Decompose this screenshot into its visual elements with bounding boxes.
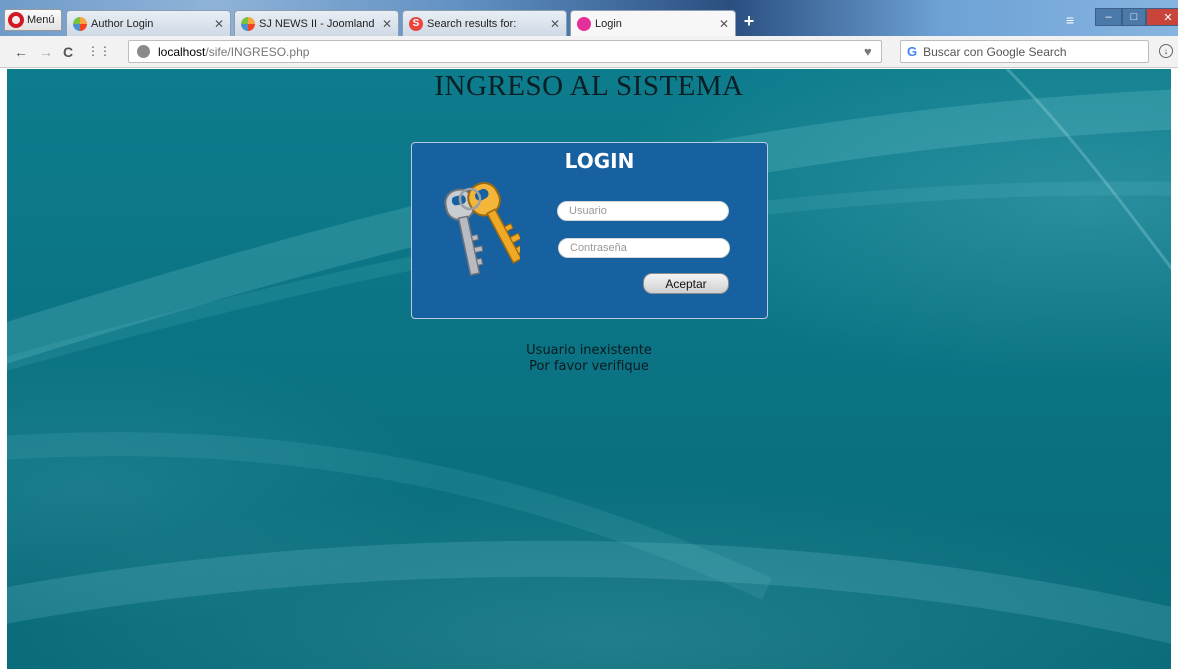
error-message-line2: Por favor verifique [529,359,649,374]
maximize-icon[interactable]: □ [1122,8,1146,26]
tab-login[interactable]: Login ✕ [570,10,736,37]
back-icon[interactable]: ← [14,44,28,60]
close-icon[interactable]: ✕ [382,17,392,31]
browser-titlebar: Menú Author Login ✕ SJ NEWS II - Joomlan… [0,0,1178,37]
s-icon: S [409,16,423,31]
keys-icon [444,181,520,276]
close-icon[interactable]: ✕ [550,17,560,31]
opera-logo-icon [8,12,24,28]
tab-sj-news[interactable]: SJ NEWS II - Joomland ✕ [234,10,399,36]
browser-navbar: ← → C ⋮⋮ localhost /sife/INGRESO.php ♥ G… [0,36,1178,68]
bookmark-heart-icon[interactable]: ♥ [864,44,872,59]
url-path: /sife/INGRESO.php [205,44,310,59]
speed-dial-icon[interactable]: ⋮⋮ [87,44,111,58]
tab-label: Search results for: [427,17,517,30]
new-tab-icon[interactable]: + [740,12,758,30]
menu-label: Menú [27,14,55,26]
tab-label: SJ NEWS II - Joomland [259,17,375,30]
accept-button[interactable]: Aceptar [643,273,729,294]
error-message: Usuario inexistente Por favor verifique [0,343,1178,375]
tab-label: Author Login [91,17,154,30]
joomla-icon [73,16,87,31]
minimize-icon[interactable]: – [1095,8,1122,26]
error-message-line1: Usuario inexistente [526,343,652,358]
joomla-icon [241,16,255,31]
username-input[interactable] [557,201,729,221]
reload-icon[interactable]: C [63,44,73,60]
address-bar[interactable]: localhost /sife/INGRESO.php [128,40,882,63]
tab-search-results[interactable]: S Search results for: ✕ [402,10,567,36]
site-info-icon[interactable] [137,45,150,58]
forward-icon[interactable]: → [39,44,53,60]
login-icon [577,17,591,31]
window-controls: – □ ✕ [1095,8,1178,26]
search-box[interactable]: G Buscar con Google Search [900,40,1149,63]
close-window-icon[interactable]: ✕ [1146,8,1178,26]
search-placeholder: Buscar con Google Search [923,44,1067,59]
url-host: localhost [158,44,206,59]
login-panel: LOGIN Aceptar [411,142,768,319]
google-icon: G [907,44,918,59]
page-title: INGRESO AL SISTEMA [434,70,744,102]
password-input[interactable] [558,238,730,258]
close-icon[interactable]: ✕ [214,17,224,31]
login-title: LOGIN [564,149,635,173]
close-icon[interactable]: ✕ [719,17,729,31]
opera-menu-button[interactable]: Menú [4,9,62,31]
download-icon[interactable]: ↓ [1159,44,1173,58]
tab-author-login[interactable]: Author Login ✕ [66,10,231,36]
tab-menu-icon[interactable]: ≡ [1066,12,1074,28]
tab-label: Login [595,18,622,30]
